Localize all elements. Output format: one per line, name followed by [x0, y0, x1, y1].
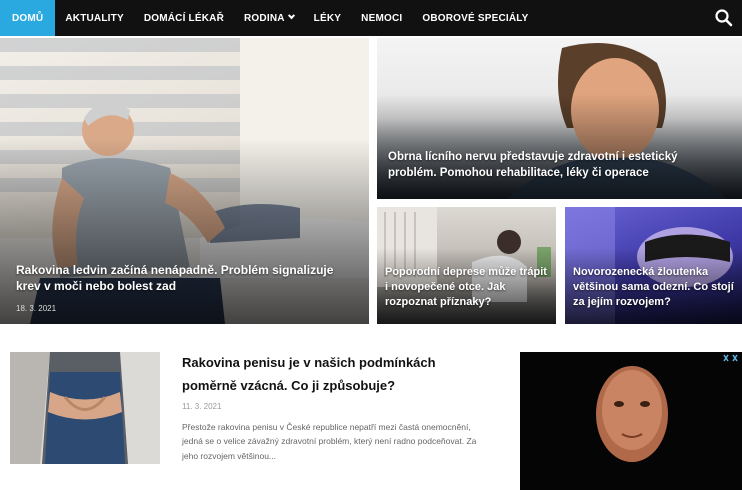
featured-bottom-left-title[interactable]: Poporodní deprese může trápit i novopeče… [385, 265, 553, 310]
article-thumbnail-image [10, 352, 160, 464]
advertisement[interactable] [520, 352, 742, 490]
advertisement-image [520, 352, 742, 490]
nav-item-rodina[interactable]: RODINA [234, 0, 304, 36]
nav-item-aktuality[interactable]: AKTUALITY [55, 0, 133, 36]
nav-item-nemoci[interactable]: NEMOCI [351, 0, 412, 36]
article-date: 11. 3. 2021 [182, 402, 222, 411]
featured-main-date: 18. 3. 2021 [16, 304, 57, 313]
search-icon[interactable] [714, 8, 734, 28]
featured-article-top-right[interactable]: Obrna lícního nervu představuje zdravotn… [377, 38, 742, 199]
article-thumbnail[interactable] [10, 352, 160, 464]
featured-top-right-title[interactable]: Obrna lícního nervu představuje zdravotn… [388, 150, 728, 181]
ad-choices-icon[interactable] [722, 353, 740, 363]
main-navigation: DOMŮ AKTUALITY DOMÁCÍ LÉKAŘ RODINA LÉKY … [0, 0, 742, 36]
nav-item-leky[interactable]: LÉKY [304, 0, 351, 36]
featured-article-bottom-left[interactable]: Poporodní deprese může trápit i novopeče… [377, 207, 556, 324]
featured-bottom-right-title[interactable]: Novorozenecká žloutenka většinou sama od… [573, 265, 739, 310]
nav-item-oborove-specialy[interactable]: OBOROVÉ SPECIÁLY [412, 0, 538, 36]
nav-item-domu[interactable]: DOMŮ [0, 0, 56, 36]
image-shade [377, 94, 742, 199]
featured-article-main[interactable]: Rakovina ledvin začíná nenápadně. Problé… [0, 38, 369, 324]
chevron-down-icon [287, 11, 295, 19]
nav-item-domaci-lekar[interactable]: DOMÁCÍ LÉKAŘ [134, 0, 234, 36]
featured-article-bottom-right[interactable]: Novorozenecká žloutenka většinou sama od… [565, 207, 742, 324]
article-title[interactable]: Rakovina penisu je v našich podmínkách p… [182, 352, 482, 398]
featured-main-title[interactable]: Rakovina ledvin začíná nenápadně. Problé… [16, 262, 346, 294]
image-shade [0, 138, 369, 324]
article-excerpt: Přestože rakovina penisu v České republi… [182, 422, 477, 461]
nav-item-rodina-label: RODINA [244, 12, 285, 24]
